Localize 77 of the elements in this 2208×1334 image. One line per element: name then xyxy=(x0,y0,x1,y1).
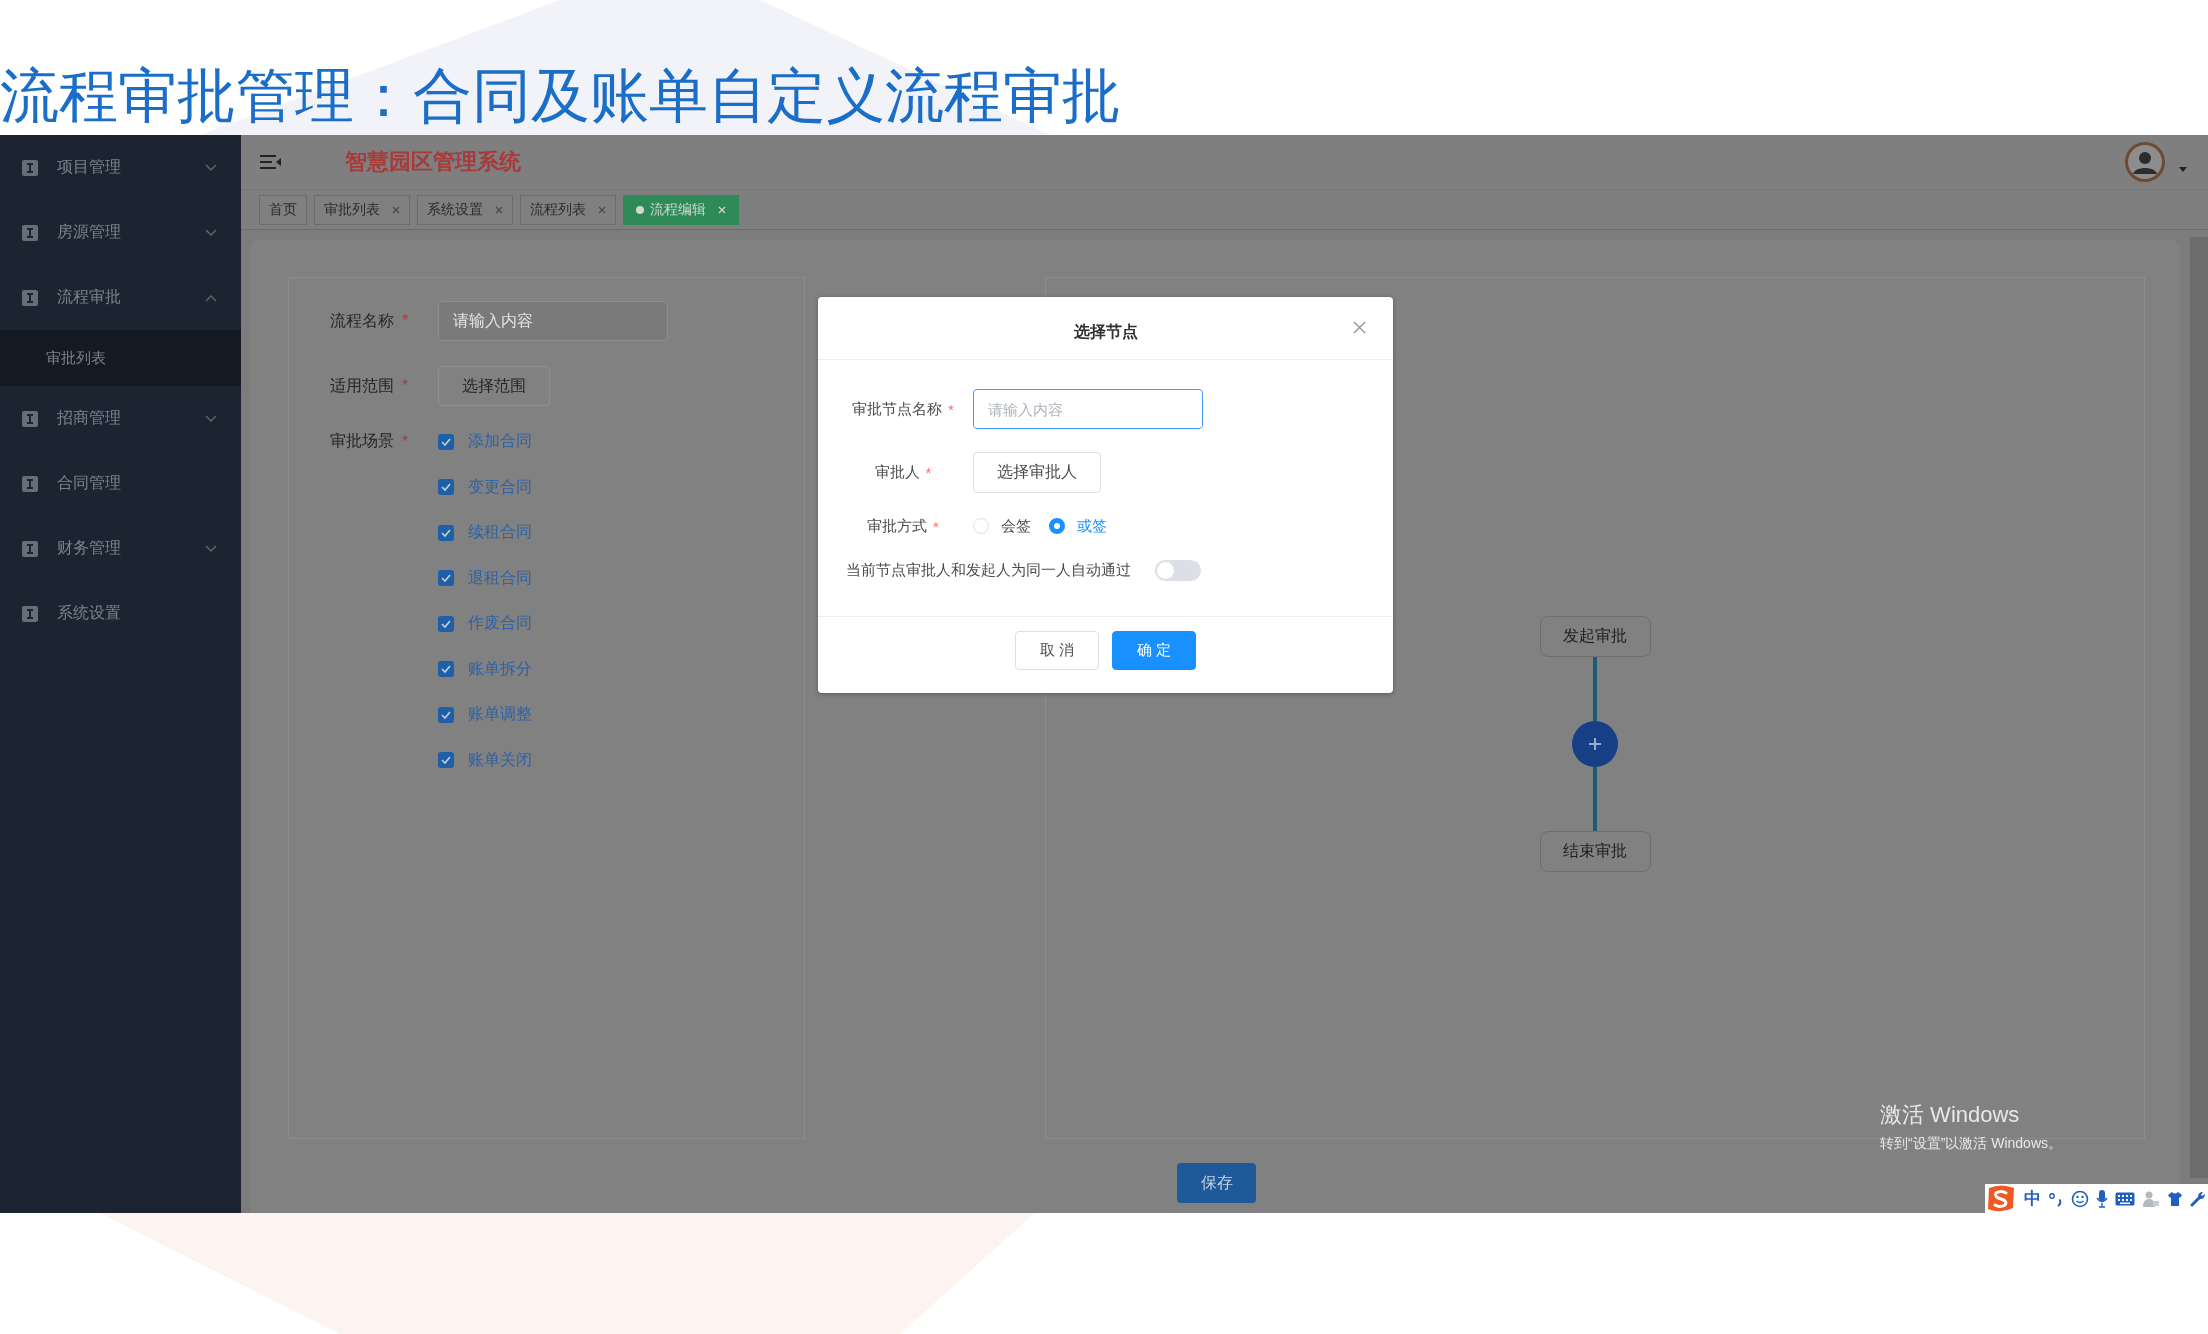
required-mark: * xyxy=(948,400,954,418)
required-mark: * xyxy=(402,312,409,330)
field-label: 流程名称 xyxy=(330,310,394,331)
tab[interactable]: 首页 xyxy=(259,194,307,225)
cancel-button[interactable]: 取 消 xyxy=(1015,631,1099,670)
required-mark: * xyxy=(925,464,932,481)
toggle-switch[interactable] xyxy=(1155,559,1201,581)
field-label: 审批场景 xyxy=(330,431,394,451)
close-icon[interactable] xyxy=(598,205,606,214)
tile-icon xyxy=(22,605,38,622)
sidebar-subitem[interactable]: 审批列表 xyxy=(0,330,241,386)
checkbox[interactable] xyxy=(438,706,454,723)
tab[interactable]: 审批列表 xyxy=(314,194,410,225)
dialog-title: 选择节点 xyxy=(1073,321,1138,342)
plus-icon xyxy=(1588,737,1602,751)
sidebar-item[interactable]: 财务管理 xyxy=(0,516,241,581)
add-node-button[interactable] xyxy=(1572,721,1618,767)
microphone-icon[interactable] xyxy=(2096,1189,2108,1208)
punctuation-icon[interactable] xyxy=(2048,1190,2064,1207)
checkbox[interactable] xyxy=(438,433,454,450)
tile-icon xyxy=(22,224,38,241)
field-label: 审批方式 xyxy=(867,516,928,536)
sidebar-item[interactable]: 系统设置 xyxy=(0,581,241,646)
logo-icon[interactable] xyxy=(1985,1184,2017,1213)
input-field[interactable]: 请输入内容 xyxy=(438,301,668,341)
wrench-icon[interactable] xyxy=(2190,1190,2206,1207)
flow-node[interactable]: 结束审批 xyxy=(1539,831,1651,872)
field-label: 当前节点审批人和发起人为同一人自动通过 xyxy=(846,560,1131,580)
checkbox[interactable] xyxy=(438,615,454,632)
smiley-icon[interactable] xyxy=(2071,1189,2089,1208)
sidebar-item[interactable]: 合同管理 xyxy=(0,451,241,516)
required-mark: * xyxy=(402,432,409,451)
caret-icon[interactable] xyxy=(2179,166,2187,172)
close-icon[interactable] xyxy=(495,205,503,214)
sidebar-item[interactable]: 项目管理 xyxy=(0,135,241,200)
field-label: 适用范围 xyxy=(330,375,394,396)
field-label: 审批人 xyxy=(874,463,920,482)
checkbox[interactable] xyxy=(438,752,454,769)
tile-icon xyxy=(22,159,38,176)
save-button[interactable]: 保存 xyxy=(1177,1163,1256,1203)
sidebar-item[interactable]: 房源管理 xyxy=(0,200,241,265)
required-mark: * xyxy=(402,377,409,395)
checkbox[interactable] xyxy=(438,524,454,541)
menu-icon[interactable] xyxy=(260,154,282,170)
activation-title: 激活 Windows xyxy=(1880,1101,2021,1129)
checkbox[interactable] xyxy=(438,661,454,678)
tab[interactable]: 流程编辑 xyxy=(623,194,739,225)
checkbox[interactable] xyxy=(438,570,454,587)
radio-button[interactable] xyxy=(1049,518,1065,534)
tile-icon xyxy=(22,540,38,557)
select-button[interactable]: 选择审批人 xyxy=(973,452,1101,493)
flow-node[interactable]: 发起审批 xyxy=(1539,616,1651,657)
select-button[interactable]: 选择范围 xyxy=(438,366,550,406)
field-label: 审批节点名称 xyxy=(852,399,943,419)
shirt-icon[interactable] xyxy=(2167,1190,2183,1207)
tab[interactable]: 流程列表 xyxy=(520,194,616,225)
input-mode-label[interactable]: 中 xyxy=(2024,1188,2041,1209)
tile-icon xyxy=(22,475,38,492)
dot-icon xyxy=(636,205,644,214)
checkbox[interactable] xyxy=(438,479,454,496)
close-icon[interactable] xyxy=(1353,320,1366,334)
slide-title: 流程审批管理：合同及账单自定义流程审批 xyxy=(0,63,1121,129)
tile-icon xyxy=(22,410,38,427)
sidebar-item[interactable]: 流程审批 xyxy=(0,265,241,330)
keyboard-icon[interactable] xyxy=(2115,1191,2135,1206)
close-icon[interactable] xyxy=(392,205,400,214)
app-title: 智慧园区管理系统 xyxy=(345,148,521,176)
input-field[interactable]: 请输入内容 xyxy=(973,389,1203,429)
tab[interactable]: 系统设置 xyxy=(417,194,513,225)
radio-label[interactable]: 会签 xyxy=(1001,516,1031,536)
tile-icon xyxy=(22,289,38,306)
avatar[interactable] xyxy=(2125,142,2165,182)
sidebar-item[interactable]: 招商管理 xyxy=(0,386,241,451)
required-mark: * xyxy=(933,517,939,535)
activation-text: 转到“设置”以激活 Windows。 xyxy=(1880,1134,2062,1153)
confirm-button[interactable]: 确 定 xyxy=(1112,631,1196,670)
radio-label[interactable]: 或签 xyxy=(1077,516,1107,536)
